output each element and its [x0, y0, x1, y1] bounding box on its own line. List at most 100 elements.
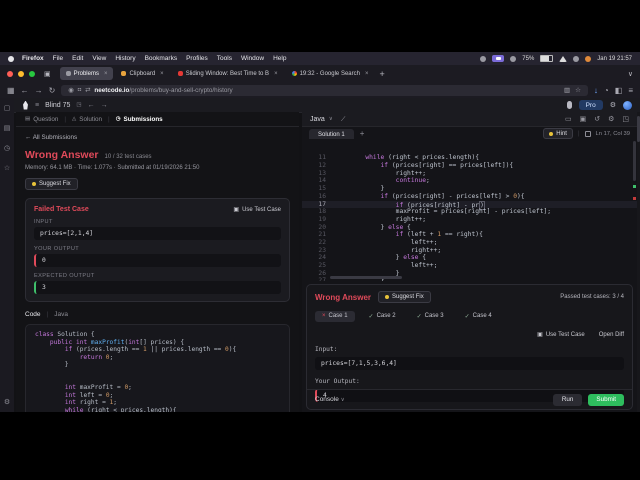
case-tab-case-4[interactable]: ✓ Case 4 [458, 310, 499, 322]
editor-line-18[interactable]: 18 maxProfit = prices[right] - prices[le… [302, 208, 637, 216]
menu-item-tools[interactable]: Tools [217, 55, 232, 62]
copy-code-icon[interactable]: ▣ [580, 115, 587, 123]
editor-settings-icon[interactable]: ⚙ [608, 115, 614, 123]
browser-tab[interactable]: Clipboard × [115, 67, 169, 80]
avatar[interactable] [623, 100, 632, 110]
tab-solution[interactable]: ◬ Solution [72, 116, 102, 123]
menu-item-file[interactable]: File [53, 55, 63, 62]
browser-tab[interactable]: Problems × [59, 67, 114, 80]
submit-button[interactable]: Submit [588, 393, 624, 406]
prev-problem-button[interactable]: ← [88, 102, 95, 109]
bookmark-star-icon[interactable]: ☆ [575, 86, 581, 94]
language-select[interactable]: Java [310, 116, 325, 123]
pro-button[interactable]: Pro [578, 100, 603, 110]
case-tab-case-1[interactable]: × Case 1 [315, 310, 355, 322]
wifi-icon[interactable] [559, 55, 568, 62]
case-tab-case-2[interactable]: ✓ Case 2 [362, 310, 403, 322]
sidebar-bookmarks-icon[interactable]: ▤ [4, 124, 11, 132]
editor-line-25[interactable]: 25 left++; [302, 262, 637, 270]
editor-line-13[interactable]: 13 right++; [302, 170, 637, 178]
settings-gear-icon[interactable]: ⚙ [610, 101, 616, 109]
menu-item-profiles[interactable]: Profiles [186, 55, 208, 62]
course-list-icon[interactable]: ≡ [35, 102, 39, 109]
editor-line-23[interactable]: 23 right++; [302, 247, 637, 255]
voice-icon[interactable] [566, 101, 572, 109]
results-suggest-fix-button[interactable]: Suggest Fix [378, 291, 431, 303]
add-tab-button[interactable]: + [354, 129, 371, 138]
tray-icon-2[interactable] [510, 55, 517, 62]
tab-overview-icon[interactable]: ▣ [44, 70, 51, 78]
use-test-case-button[interactable]: ▣ Use Test Case [233, 206, 281, 214]
hint-button[interactable]: Hint [543, 128, 573, 139]
menu-item-window[interactable]: Window [241, 55, 264, 62]
sidebar-history-icon[interactable]: ◷ [4, 144, 10, 152]
apple-logo-icon[interactable] [8, 55, 14, 62]
reset-code-icon[interactable]: ↺ [594, 115, 600, 123]
tab-question[interactable]: ▤ Question [25, 116, 58, 123]
screen-share-icon[interactable] [492, 55, 505, 62]
reader-mode-icon[interactable]: ▥ [564, 86, 570, 94]
next-problem-button[interactable]: → [101, 102, 108, 109]
window-close-button[interactable] [7, 70, 13, 77]
editor-line-15[interactable]: 15 } [302, 185, 637, 193]
run-button[interactable]: Run [552, 393, 583, 406]
neetcode-logo-icon[interactable] [23, 100, 28, 110]
menu-item-help[interactable]: Help [273, 55, 286, 62]
console-toggle[interactable]: Console ∨ [315, 396, 345, 403]
sidebar-tabs-icon[interactable]: ▢ [4, 104, 11, 112]
extensions-icon[interactable]: ◧ [615, 86, 623, 95]
editor-hscrollbar[interactable] [330, 276, 402, 279]
all-submissions-link[interactable]: ← All Submissions [25, 134, 290, 141]
editor-line-24[interactable]: 24 } else { [302, 254, 637, 262]
results-use-test-case-button[interactable]: ▣ Use Test Case [537, 331, 585, 339]
window-zoom-button[interactable] [29, 70, 35, 77]
format-icon[interactable]: ∕ [343, 116, 344, 123]
code-editor[interactable]: 11 while (right < prices.length){12 if (… [302, 139, 637, 281]
menu-item-firefox[interactable]: Firefox [22, 55, 44, 62]
browser-tab[interactable]: Sliding Window: Best Time to B × [172, 67, 284, 80]
tab-submissions[interactable]: ◷ Submissions [116, 116, 163, 123]
editor-line-19[interactable]: 19 right++; [302, 216, 637, 224]
app-menu-icon[interactable]: ≡ [628, 86, 633, 95]
tab-close-icon[interactable]: × [274, 71, 278, 77]
user-switcher-icon[interactable] [573, 55, 580, 62]
menubar-clock[interactable]: Jan 19 21:57 [597, 56, 632, 62]
case-tab-case-3[interactable]: ✓ Case 3 [410, 310, 451, 322]
editor-line-21[interactable]: 21 if (left + 1 == right){ [302, 231, 637, 239]
menu-item-view[interactable]: View [92, 55, 106, 62]
tab-close-icon[interactable]: × [365, 71, 369, 77]
reload-button[interactable]: ↻ [49, 86, 56, 95]
downloads-icon[interactable]: ↓ [594, 86, 598, 95]
open-diff-button[interactable]: Open Diff [599, 331, 624, 338]
account-icon[interactable]: ◔ [604, 86, 609, 95]
forward-button[interactable]: → [35, 86, 43, 95]
sidebar-toggle-icon[interactable]: ▦ [7, 86, 15, 95]
editor-line-14[interactable]: 14 continue; [302, 177, 637, 185]
course-name[interactable]: Blind 75 [45, 102, 70, 109]
new-tab-button[interactable]: + [376, 69, 387, 79]
window-minimize-button[interactable] [18, 70, 24, 77]
suggest-fix-button[interactable]: Suggest Fix [25, 178, 78, 190]
back-button[interactable]: ← [21, 86, 29, 95]
tab-dropdown-icon[interactable]: ∨ [628, 70, 633, 78]
menu-item-history[interactable]: History [115, 55, 135, 62]
editor-scrollbar[interactable] [633, 141, 636, 181]
tab-close-icon[interactable]: × [160, 71, 164, 77]
fullscreen-icon[interactable]: ◳ [622, 115, 629, 123]
editor-line-11[interactable]: 11 while (right < prices.length){ [302, 154, 637, 162]
external-link-icon[interactable]: ◳ [76, 102, 81, 108]
editor-line-20[interactable]: 20 } else { [302, 224, 637, 232]
url-field[interactable]: ◉ ◘ ⇄ neetcode.io/problems/buy-and-sell-… [61, 84, 588, 96]
sidebar-settings-icon[interactable]: ⚙ [4, 398, 10, 406]
editor-line-22[interactable]: 22 left++; [302, 239, 637, 247]
editor-line-16[interactable]: 16 if (prices[right] - prices[left] > 0)… [302, 193, 637, 201]
browser-tab[interactable]: 19:32 - Google Search × [286, 67, 375, 80]
tray-icon-1[interactable] [480, 55, 487, 62]
notes-icon[interactable]: ▭ [565, 115, 572, 123]
menu-item-edit[interactable]: Edit [72, 55, 83, 62]
editor-line-12[interactable]: 12 if (prices[right] == prices[left]){ [302, 162, 637, 170]
tracking-shield-icon[interactable]: ◉ [68, 87, 74, 94]
menu-item-bookmarks[interactable]: Bookmarks [145, 55, 178, 62]
tab-close-icon[interactable]: × [104, 71, 108, 77]
editor-line-17[interactable]: 17 if (prices[right] - pr) [302, 200, 637, 210]
